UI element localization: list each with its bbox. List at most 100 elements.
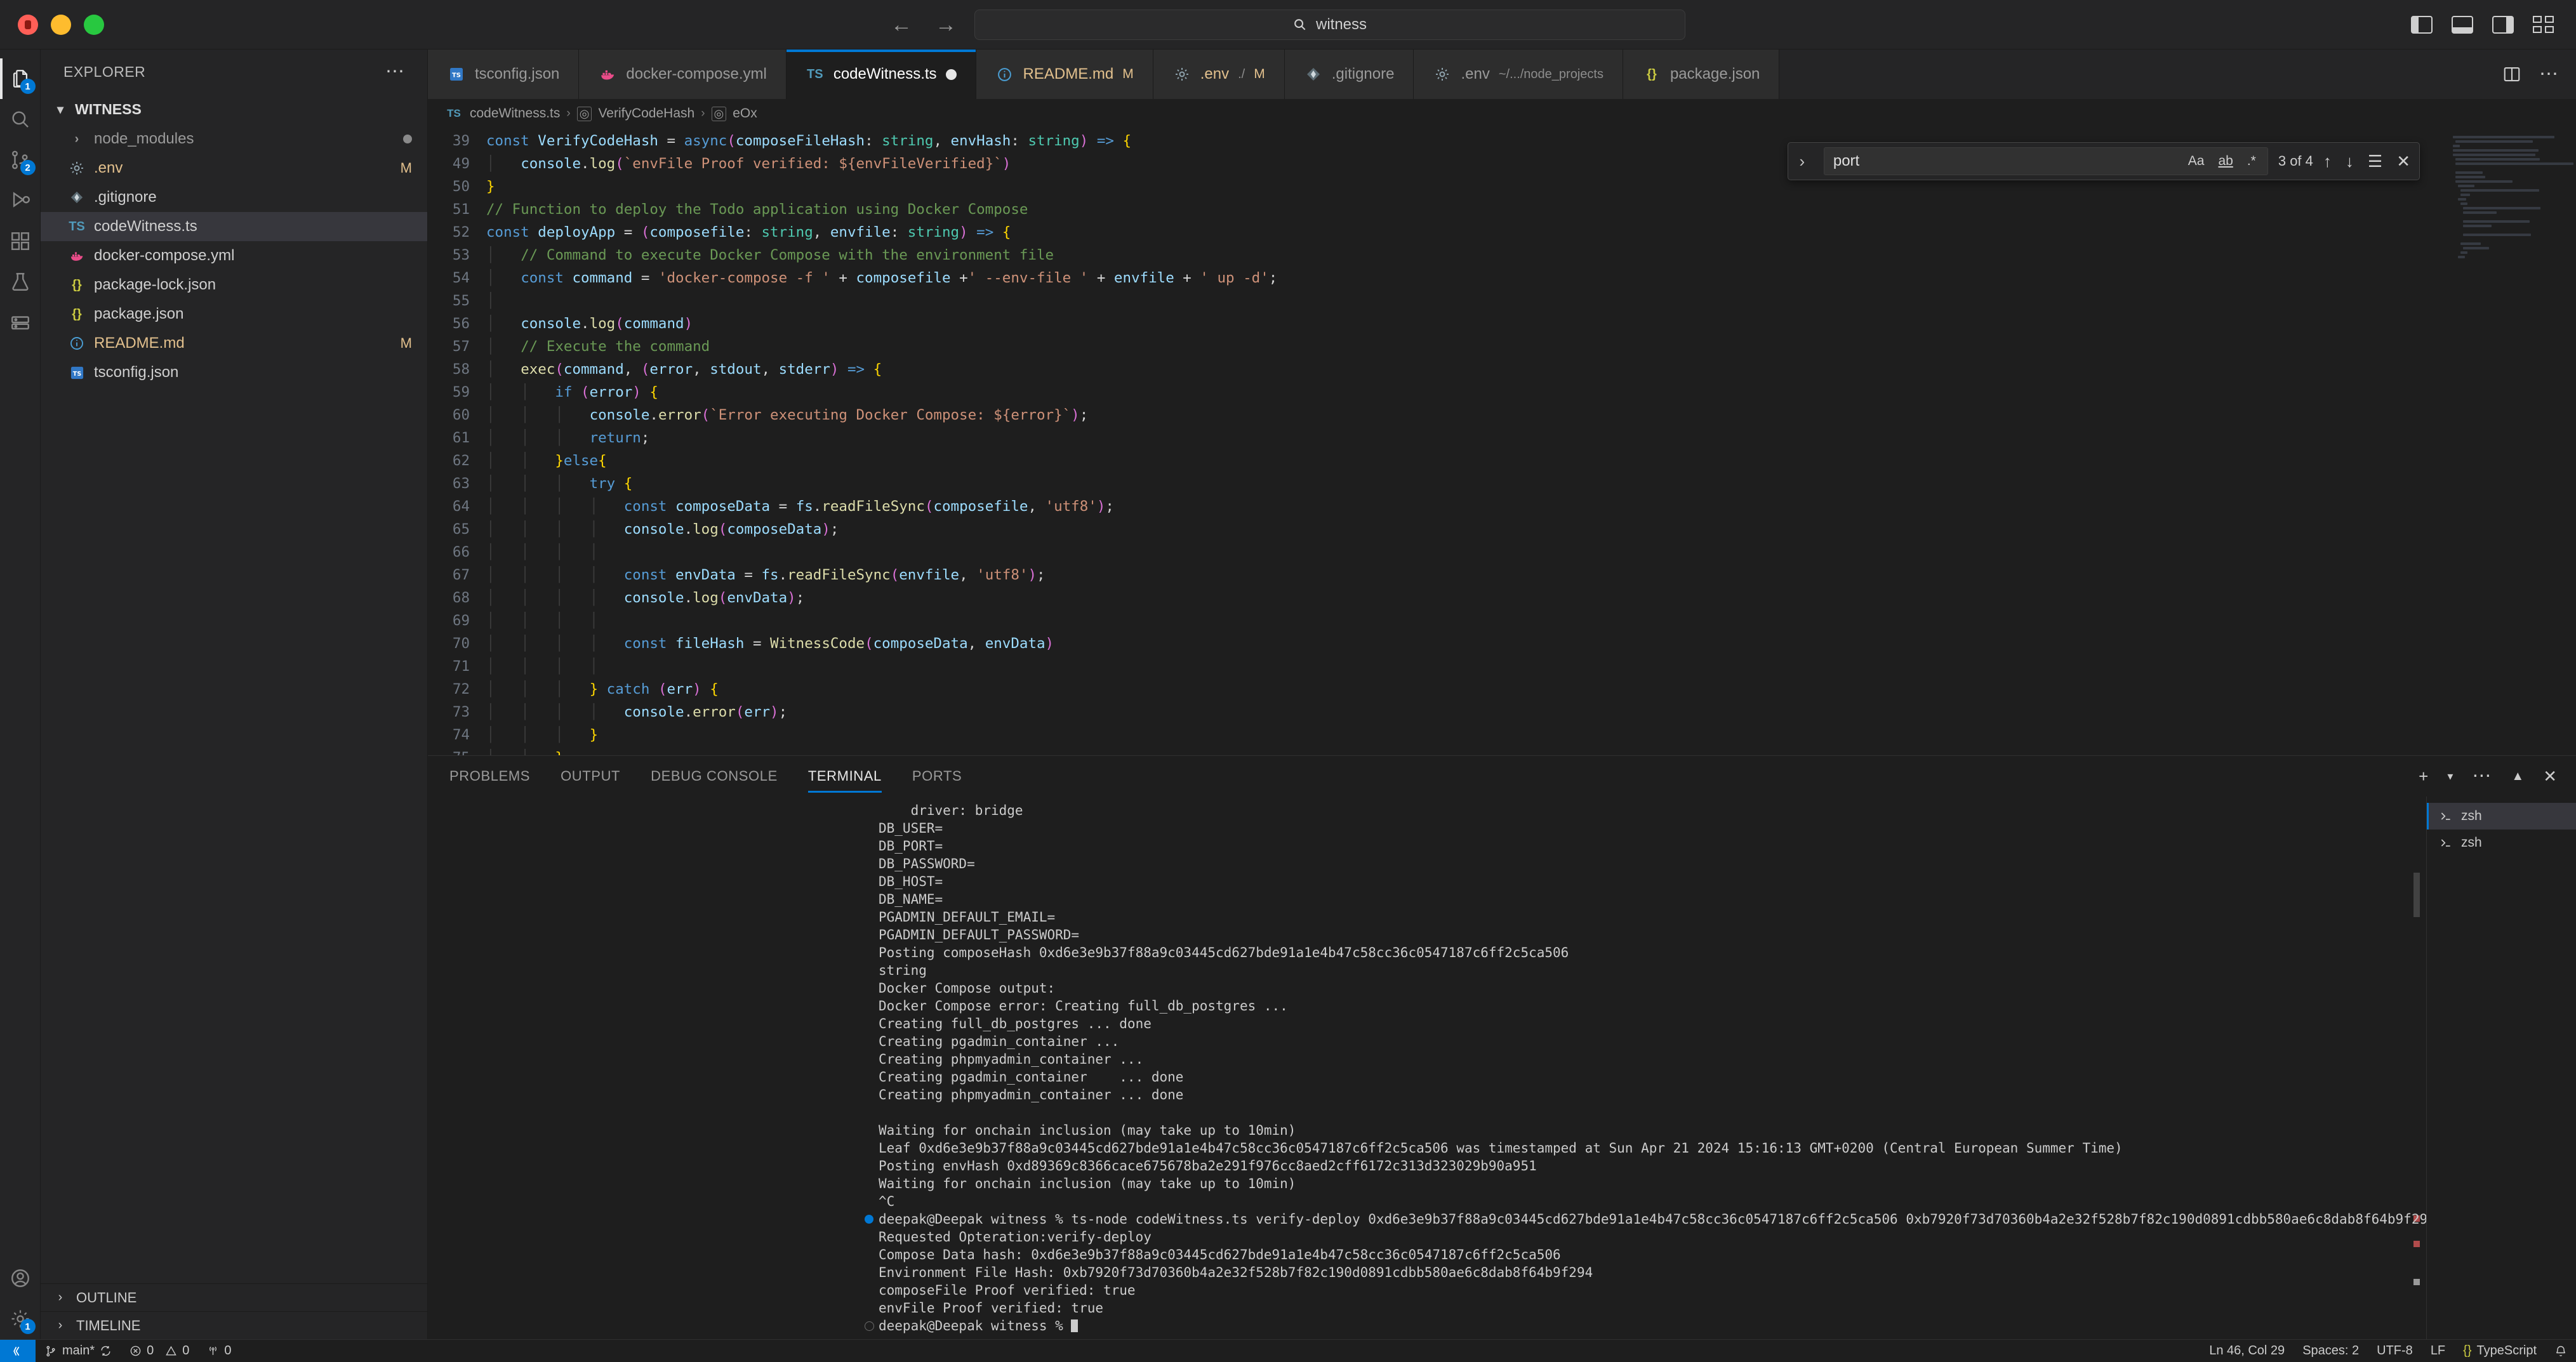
arrow-left-icon[interactable]: ← [891, 14, 912, 36]
status-ports[interactable]: 0 [198, 1340, 240, 1362]
file-tree-item-docker-compose[interactable]: docker-compose.yml [41, 241, 427, 270]
status-branch[interactable]: main* [36, 1340, 121, 1362]
file-tree-item-codeWitness[interactable]: TS codeWitness.ts [41, 212, 427, 241]
code-text[interactable]: 39 const VerifyCodeHash = async(composeFi… [428, 128, 2449, 755]
activity-testing[interactable] [0, 261, 41, 302]
status-indentation[interactable]: Spaces: 2 [2294, 1340, 2368, 1362]
command-center[interactable]: witness [974, 9, 1685, 40]
panel-tab-label: PROBLEMS [449, 768, 531, 784]
status-language-mode[interactable]: {} TypeScript [2454, 1340, 2546, 1362]
activity-explorer[interactable]: 1 [0, 58, 41, 99]
layout-panel-bottom-icon[interactable] [2452, 15, 2473, 34]
close-panel-icon[interactable]: ✕ [2543, 767, 2557, 786]
previous-match-icon[interactable]: ↑ [2323, 152, 2332, 171]
breadcrumb-item-symbol-2[interactable]: eOx [733, 106, 757, 121]
tab-codeWitness-ts[interactable]: TS codeWitness.ts [786, 50, 976, 99]
status-notifications[interactable] [2546, 1340, 2576, 1362]
tab-docker-compose-yml[interactable]: docker-compose.yml [579, 50, 787, 99]
file-tree-item-package-lock[interactable]: {} package-lock.json [41, 270, 427, 300]
activity-source-control[interactable]: 2 [0, 140, 41, 180]
tab-tsconfig-json[interactable]: TS tsconfig.json [428, 50, 580, 99]
activity-settings[interactable]: 1 [0, 1299, 41, 1339]
match-whole-word-icon[interactable]: ab [2215, 154, 2235, 169]
terminal-line: composeFile Proof verified: true [879, 1283, 1136, 1298]
activity-run-and-debug[interactable] [0, 180, 41, 221]
editor-content: 39 const VerifyCodeHash = async(composeFi… [428, 128, 2576, 755]
file-tree-item-package-json[interactable]: {} package.json [41, 300, 427, 329]
tab-ports[interactable]: PORTS [912, 756, 962, 797]
use-regex-icon[interactable]: .* [2245, 154, 2259, 169]
remote-window-button[interactable] [0, 1339, 36, 1362]
close-icon[interactable]: ✕ [2396, 152, 2410, 171]
status-cursor-position[interactable]: Ln 46, Col 29 [2200, 1340, 2294, 1362]
chevron-down-icon[interactable]: ▾ [2447, 770, 2453, 783]
tab-output[interactable]: OUTPUT [561, 756, 620, 797]
unsaved-indicator-icon[interactable] [945, 69, 957, 80]
terminal-output[interactable]: driver: bridge DB_USER= DB_PORT= DB_PASSWOR… [428, 797, 2426, 1339]
file-tree-item-node_modules[interactable]: › node_modules [41, 124, 427, 154]
layout-sidebar-left-icon[interactable] [2411, 15, 2433, 34]
status-eol[interactable]: LF [2422, 1340, 2454, 1362]
terminal-tab-zsh-1[interactable]: zsh [2427, 803, 2576, 830]
window-controls[interactable] [0, 14, 104, 35]
minimap[interactable] [2449, 128, 2576, 755]
activity-accounts[interactable] [0, 1258, 41, 1299]
tab-env-local[interactable]: .env ./ M [1153, 50, 1285, 99]
find-in-selection-icon[interactable]: ☰ [2368, 152, 2382, 171]
sidebar-panel-timeline[interactable]: › TIMELINE [41, 1311, 427, 1339]
line-content: │ // Execute the command [486, 338, 710, 355]
terminal-line: Creating full_db_postgres ... done [879, 1016, 1152, 1031]
breadcrumb-item-symbol-1[interactable]: VerifyCodeHash [598, 106, 694, 121]
ellipsis-icon[interactable]: ⋯ [385, 62, 406, 81]
tab-problems[interactable]: PROBLEMS [449, 756, 530, 797]
match-case-icon[interactable]: Aa [2186, 154, 2207, 169]
minimap-line [2455, 162, 2573, 165]
line-content: │ console.log(`envFile Proof verified: $… [486, 155, 1011, 172]
ellipsis-icon[interactable]: ⋯ [2539, 65, 2559, 84]
file-tree-item-tsconfig[interactable]: TS tsconfig.json [41, 358, 427, 387]
plus-icon[interactable]: + [2419, 767, 2428, 786]
find-input[interactable]: port Aa ab .* [1823, 147, 2268, 175]
next-match-icon[interactable]: ↓ [2346, 152, 2354, 171]
line-number: 59 [452, 384, 470, 400]
explorer-root-folder[interactable]: ▾ WITNESS [41, 94, 427, 124]
activity-remote-explorer[interactable] [0, 302, 41, 343]
bell-icon [2556, 1345, 2566, 1356]
maximize-window-button[interactable] [84, 14, 104, 35]
status-problems[interactable]: 0 0 [121, 1340, 198, 1362]
arrow-right-icon[interactable]: → [935, 14, 957, 36]
code-line: 66 │ │ │ │ [428, 541, 2449, 564]
customize-layout-icon[interactable] [2533, 15, 2554, 34]
toggle-replace-icon[interactable]: › [1791, 152, 1814, 171]
split-editor-icon[interactable] [2502, 65, 2521, 84]
json-file-icon: {} [1647, 67, 1657, 81]
close-window-button[interactable] [18, 14, 38, 35]
search-icon [11, 111, 29, 128]
ports-count: 0 [224, 1344, 232, 1358]
terminal-tab-zsh-2[interactable]: zsh [2427, 830, 2576, 856]
tab-terminal[interactable]: TERMINAL [807, 756, 882, 797]
file-tree-item-gitignore[interactable]: .gitignore [41, 183, 427, 212]
breadcrumb-item-file[interactable]: codeWitness.ts [470, 106, 560, 121]
maximize-panel-icon[interactable]: ▲ [2511, 769, 2524, 784]
tab-readme-md[interactable]: README.md M [976, 50, 1153, 99]
tab-debug-console[interactable]: DEBUG CONSOLE [651, 756, 778, 797]
line-number: 66 [452, 544, 470, 560]
status-encoding[interactable]: UTF-8 [2368, 1340, 2422, 1362]
line-number: 54 [452, 270, 470, 286]
activity-extensions[interactable] [0, 221, 41, 261]
tab-gitignore[interactable]: .gitignore [1284, 50, 1414, 99]
tab-package-json[interactable]: {} package.json [1623, 50, 1780, 99]
terminal-line: PGADMIN_DEFAULT_PASSWORD= [879, 927, 1080, 942]
warning-icon [166, 1345, 177, 1356]
ellipsis-icon[interactable]: ⋯ [2472, 767, 2492, 786]
minimize-window-button[interactable] [51, 14, 71, 35]
sidebar-panel-outline[interactable]: › OUTLINE [41, 1283, 427, 1311]
tab-env-node-projects[interactable]: .env ~/.../node_projects [1414, 50, 1623, 99]
activity-search[interactable] [0, 99, 41, 140]
file-tree-item-env[interactable]: .env M [41, 154, 427, 183]
file-tree-item-readme[interactable]: README.md M [41, 329, 427, 358]
file-label: package-lock.json [94, 276, 216, 293]
layout-sidebar-right-icon[interactable] [2492, 15, 2514, 34]
code-line: 56 │ console.log(command) [428, 312, 2449, 335]
